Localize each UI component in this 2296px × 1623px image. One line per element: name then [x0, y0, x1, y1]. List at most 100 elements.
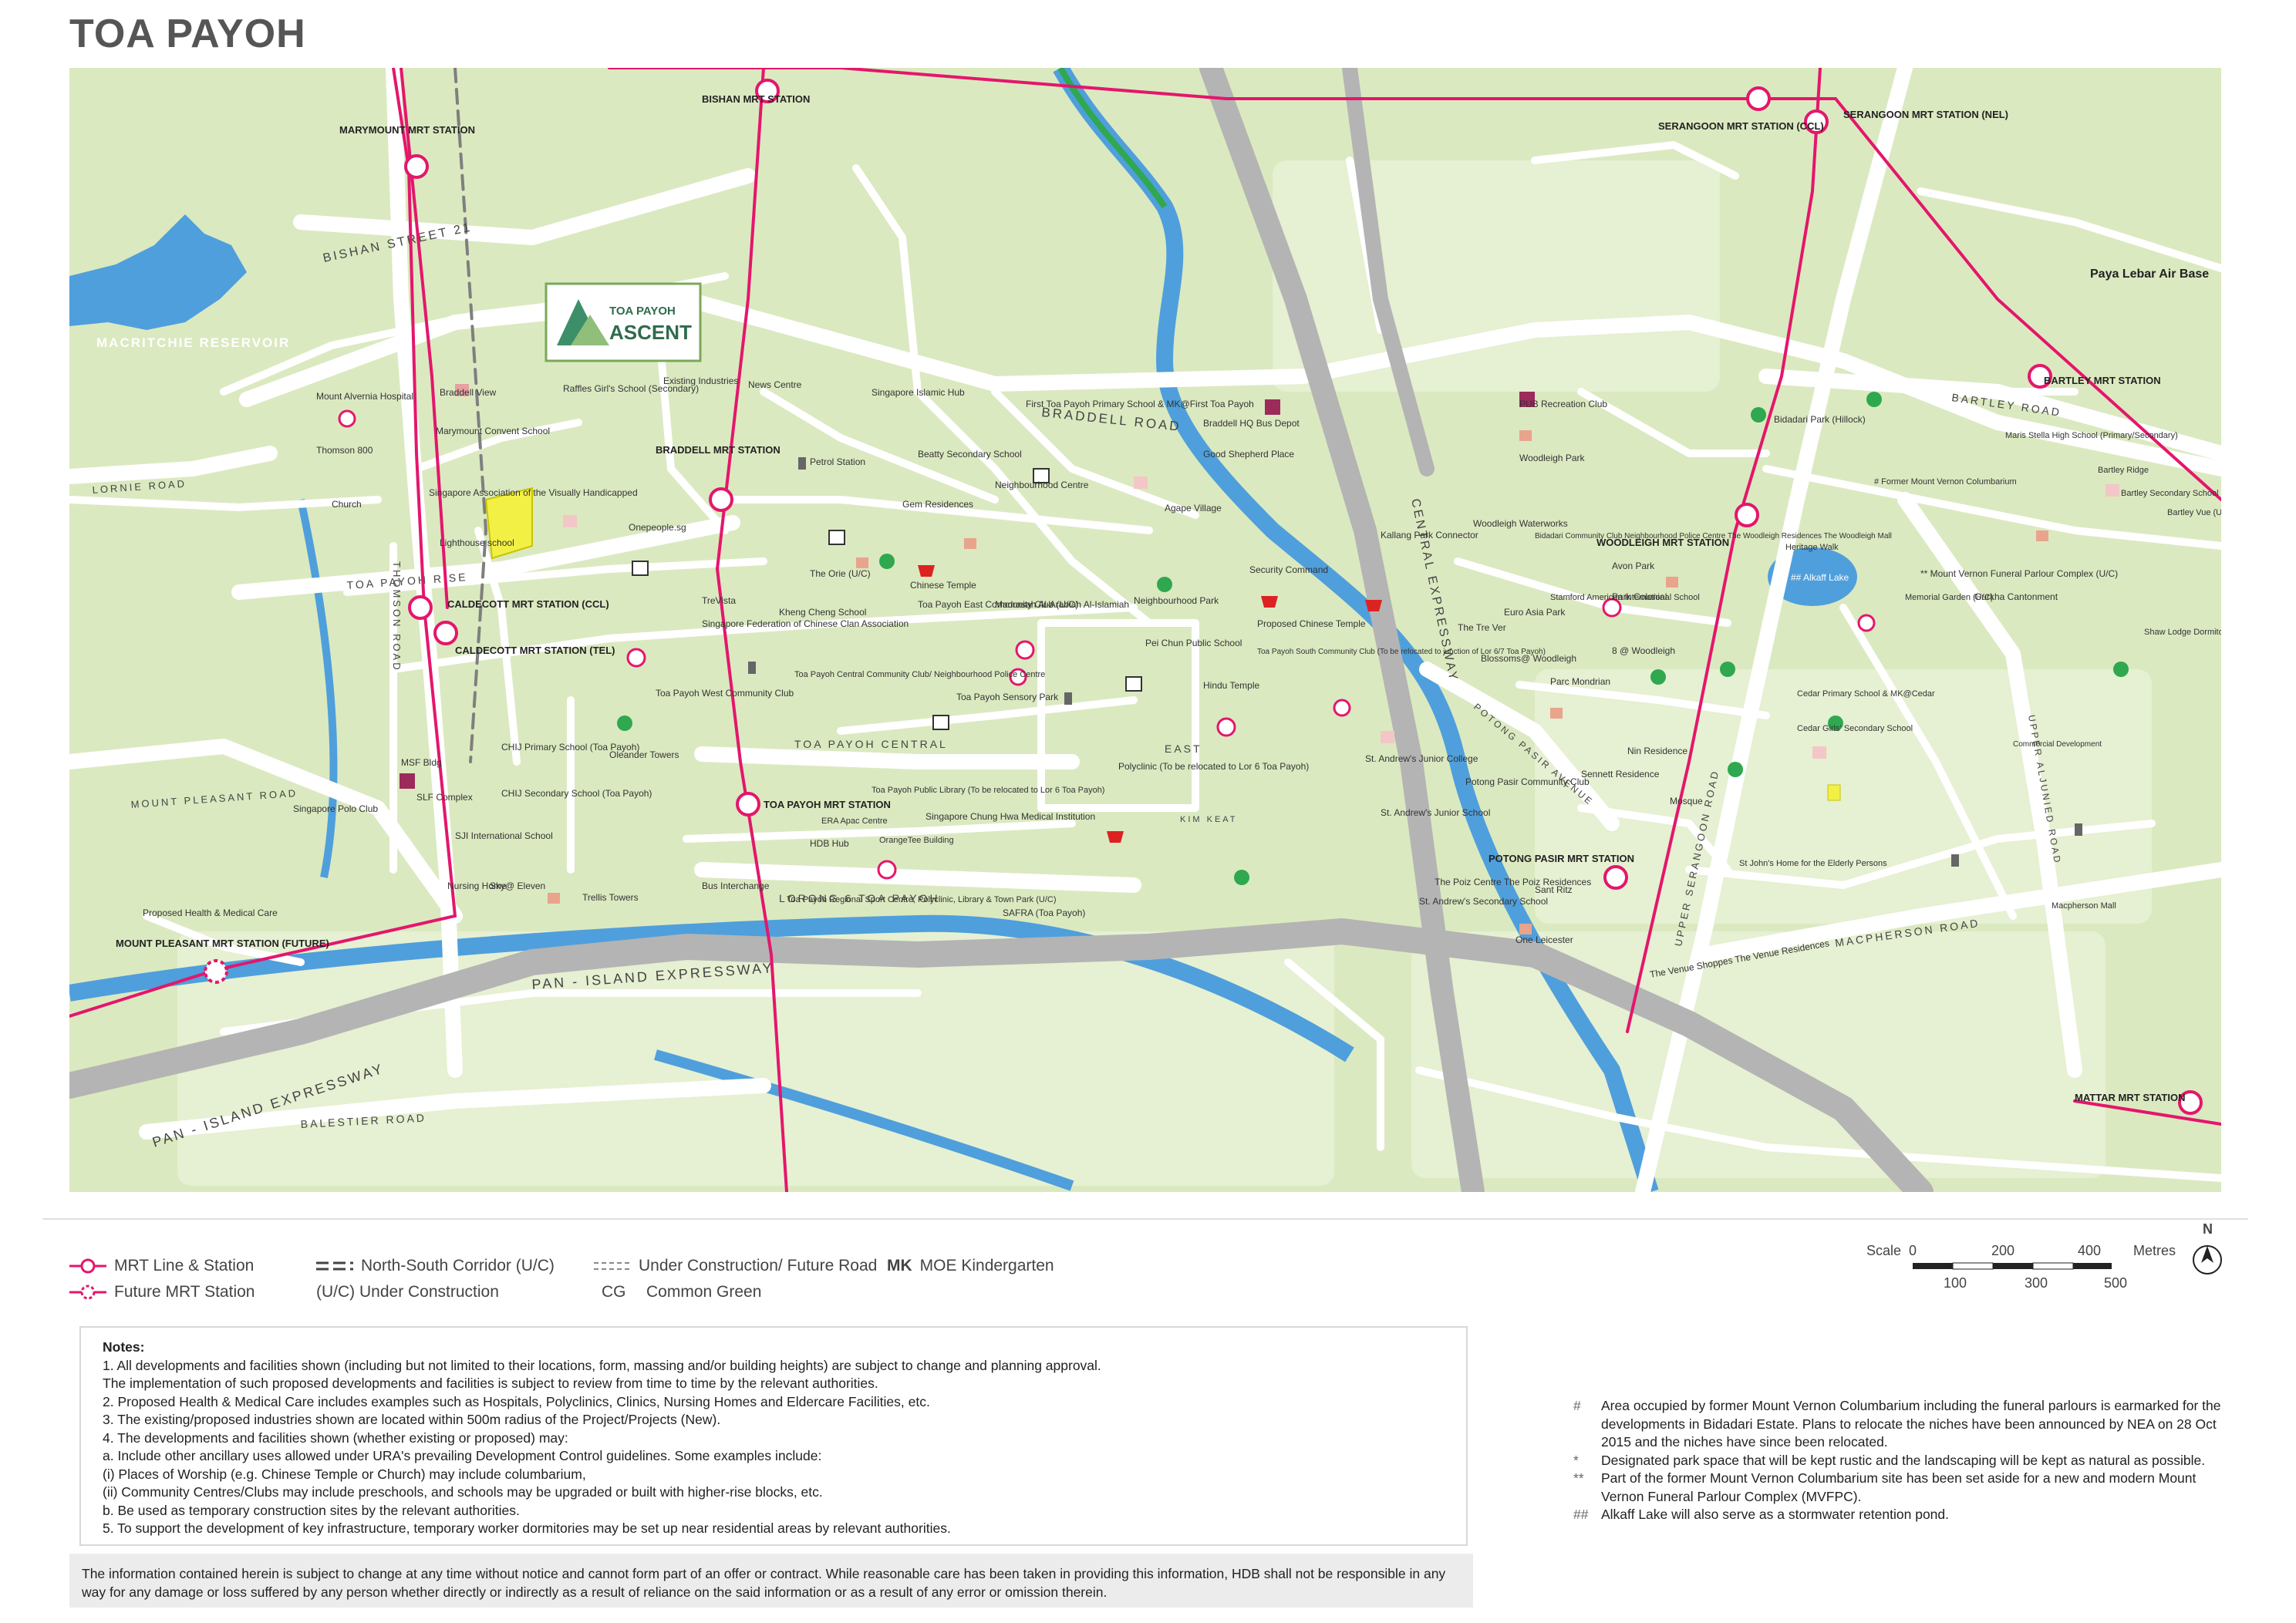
note-line: (ii) Community Centres/Clubs may include…: [103, 1484, 823, 1500]
tp-central: [694, 746, 1080, 769]
library-label: Toa Payoh Public Library (To be relocate…: [872, 786, 1104, 795]
park-icon: [879, 554, 895, 569]
mount-alvernia-label: Mount Alvernia Hospital: [316, 391, 413, 402]
project-logo[interactable]: TOA PAYOH ASCENT: [544, 282, 702, 362]
beatty-label: Beatty Secondary School: [918, 449, 1022, 460]
polo-club-label: Singapore Polo Club: [293, 803, 378, 814]
note-line: 4. The developments and facilities shown…: [103, 1429, 568, 1446]
serangoon-ccl-station: [1746, 86, 1771, 111]
neighbourhood-centre-icon: [932, 715, 949, 730]
serangoon-nel-label: SERANGOON MRT STATION (NEL): [1843, 109, 2008, 120]
scale-graphic: [1913, 1262, 2112, 1270]
park-icon: [1650, 669, 1666, 685]
chij-primary-label: CHIJ Primary School (Toa Payoh): [501, 742, 639, 753]
legend-nsc: North-South Corridor (U/C): [316, 1257, 555, 1275]
eight-woodleigh-label: 8 @ Woodleigh: [1612, 645, 1675, 656]
footnote-mark: *: [1573, 1452, 1579, 1468]
bus-interchange-label: Bus Interchange: [702, 881, 770, 891]
residential-icon: [964, 538, 976, 549]
braddell-hq-label: Braddell HQ Bus Depot: [1203, 418, 1300, 429]
park-icon: [1866, 392, 1882, 407]
footnote-mark: #: [1573, 1398, 1581, 1413]
bartley-vue-label: Bartley Vue (U/C): [2167, 508, 2221, 517]
tp-central-label: TOA PAYOH CENTRAL: [794, 738, 948, 750]
sky-eleven-label: Sky@ Eleven: [490, 881, 545, 891]
hindu-temple-label: Hindu Temple: [1203, 680, 1259, 691]
bartley-ridge-label: Bartley Ridge: [2098, 466, 2149, 475]
bidadari-cc-label: Bidadari Community Club Neighbourhood Po…: [1535, 532, 1892, 540]
note-line: b. Be used as temporary construction sit…: [103, 1502, 520, 1518]
church-icon: [1827, 784, 1841, 801]
security-command-label: Security Command: [1249, 564, 1328, 575]
savh-label: Singapore Association of the Visually Ha…: [429, 487, 638, 498]
map[interactable]: MACRITCHIE RESERVOIR ## Alkaff Lake PAN …: [69, 68, 2221, 1192]
mattar-label: MATTAR MRT STATION: [2075, 1092, 2185, 1103]
polyclinic-label: Polyclinic (To be relocated to Lor 6 Toa…: [1118, 761, 1309, 772]
shaw-lodge-label: Shaw Lodge Dormitory: [2144, 628, 2221, 637]
scale-tick-400: 400: [2078, 1243, 2102, 1258]
park-icon: [1728, 762, 1743, 777]
kallang-connector-label: Kallang Park Connector: [1381, 530, 1478, 540]
north-label: N: [2203, 1221, 2213, 1237]
tp-west-cc-label: Toa Payoh West Community Club: [656, 688, 794, 699]
note-line: a. Include other ancillary uses allowed …: [103, 1448, 822, 1463]
saint-andrews-js-label: St. Andrew's Junior School: [1381, 807, 1490, 818]
the-orie-label: The Orie (U/C): [810, 568, 871, 579]
note-line: The implementation of such proposed deve…: [103, 1376, 878, 1391]
building-icon: [1265, 399, 1280, 415]
project-logo-line1: TOA PAYOH: [609, 305, 676, 318]
existing-industries-label: Existing Industries: [663, 375, 738, 386]
tp-east-label: EAST: [1165, 742, 1202, 755]
macpherson-mall-label: Macpherson Mall: [2052, 901, 2116, 911]
cc-icon: [626, 648, 646, 668]
future-mrt-icon: [69, 1285, 106, 1300]
chinese-temple-label: Chinese Temple: [910, 580, 976, 591]
stamford-label: Stamford American International School: [1550, 593, 1700, 602]
bartley-label: BARTLEY MRT STATION: [2044, 375, 2161, 386]
caldecott-ccl-station: [408, 595, 433, 620]
petrol-icon: [2075, 823, 2082, 836]
islamic-hub-label: Singapore Islamic Hub: [872, 387, 965, 398]
scale-tick-0: 0: [1909, 1243, 1917, 1258]
residential-icon: [1519, 924, 1532, 934]
blossoms-label: Blossoms@ Woodleigh: [1481, 653, 1576, 664]
caldecott-tel-station: [433, 621, 458, 645]
scale-tick-100: 100: [1944, 1275, 1967, 1291]
school-icon: [1134, 476, 1148, 489]
park-icon: [1720, 662, 1735, 677]
note-line: (i) Places of Worship (e.g. Chinese Temp…: [103, 1466, 586, 1482]
map-canvas[interactable]: MACRITCHIE RESERVOIR ## Alkaff Lake PAN …: [69, 68, 2221, 1192]
school-icon: [2106, 484, 2119, 497]
legend-cg-abbr: CG: [602, 1283, 626, 1301]
woodleigh-park-label: Woodleigh Park: [1519, 453, 1585, 463]
legend-nsc-label: North-South Corridor (U/C): [361, 1257, 555, 1274]
gem-label: Gem Residences: [902, 499, 973, 510]
notes-box: Notes: 1. All developments and facilitie…: [79, 1326, 1468, 1546]
sennett-label: Sennett Residence: [1581, 769, 1660, 780]
north-arrow-icon: [2193, 1245, 2222, 1274]
note-line: 5. To support the development of key inf…: [103, 1520, 951, 1536]
legend-future-mrt: Future MRT Station: [69, 1283, 255, 1301]
scale-unit: Metres: [2133, 1243, 2176, 1258]
potong-pasir-station: [1603, 865, 1628, 890]
orangetee-label: OrangeTee Building: [879, 836, 954, 845]
petrol-icon: [1951, 854, 1959, 867]
mount-pleasant-label: MOUNT PLEASANT MRT STATION (FUTURE): [116, 938, 329, 949]
chung-hwa-label: Singapore Chung Hwa Medical Institution: [925, 811, 1095, 822]
potong-pasir-label: POTONG PASIR MRT STATION: [1489, 853, 1634, 864]
chij-secondary-label: CHIJ Secondary School (Toa Payoh): [501, 788, 652, 799]
scale-bar: Scale 0 200 400 Metres 100 300 500 N: [1866, 1221, 2229, 1295]
footnote: # Area occupied by former Mount Vernon C…: [1573, 1397, 2221, 1452]
bishan-label: BISHAN MRT STATION: [702, 93, 810, 105]
euro-asia-label: Euro Asia Park: [1504, 607, 1566, 618]
legend-cg-label: Common Green: [646, 1283, 762, 1301]
residential-icon: [2036, 530, 2048, 541]
legend-future-mrt-label: Future MRT Station: [114, 1283, 255, 1301]
good-shepherd-label: Good Shepherd Place: [1203, 449, 1294, 460]
footnote-text: Area occupied by former Mount Vernon Col…: [1601, 1398, 2221, 1450]
footnote-text: Alkaff Lake will also serve as a stormwa…: [1601, 1507, 1950, 1522]
tp-sensory-park-label: Toa Payoh Sensory Park: [956, 692, 1059, 702]
legend-mrt: MRT Line & Station: [69, 1257, 254, 1275]
park-icon: [1157, 577, 1172, 592]
scale-tick-500: 500: [2104, 1275, 2128, 1291]
